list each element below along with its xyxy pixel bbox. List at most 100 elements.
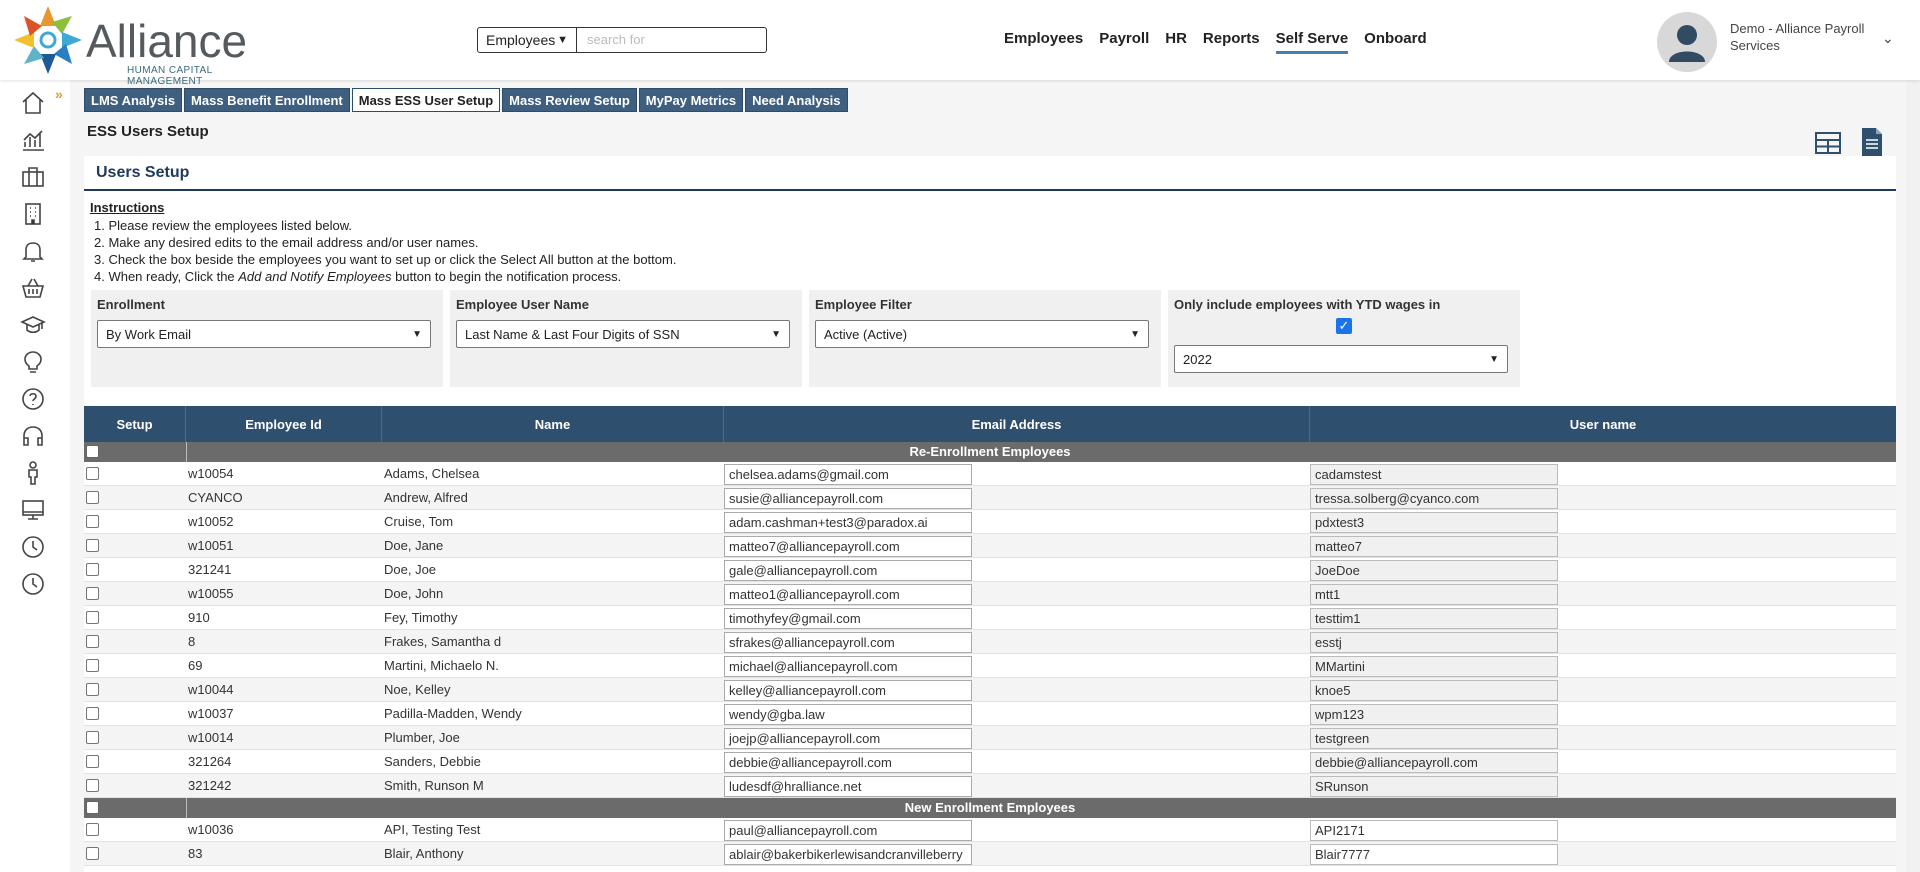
email-field[interactable]: paul@alliancepayroll.com xyxy=(724,820,972,841)
setup-checkbox[interactable] xyxy=(86,683,99,696)
nav-onboard[interactable]: Onboard xyxy=(1364,30,1427,54)
setup-checkbox[interactable] xyxy=(86,823,99,836)
briefcase-icon[interactable] xyxy=(20,164,46,190)
setup-checkbox[interactable] xyxy=(86,491,99,504)
username-field[interactable]: API2171 xyxy=(1310,820,1558,841)
tab-mass-review-setup[interactable]: Mass Review Setup xyxy=(502,88,637,112)
username-field[interactable]: esstj xyxy=(1310,632,1558,653)
email-field[interactable]: michael@alliancepayroll.com xyxy=(724,656,972,677)
nav-employees[interactable]: Employees xyxy=(1004,30,1083,54)
setup-checkbox[interactable] xyxy=(86,587,99,600)
header-username[interactable]: User name xyxy=(1310,406,1896,442)
employee-id: 321241 xyxy=(188,562,232,577)
email-field[interactable]: adam.cashman+test3@paradox.ai xyxy=(724,512,972,533)
bell-icon[interactable] xyxy=(20,238,46,264)
email-field[interactable]: joejp@alliancepayroll.com xyxy=(724,728,972,749)
clock-icon[interactable] xyxy=(20,571,46,597)
nav-self-serve[interactable]: Self Serve xyxy=(1275,30,1349,54)
employee-name: Adams, Chelsea xyxy=(384,466,480,481)
tab-lms-analysis[interactable]: LMS Analysis xyxy=(84,88,183,112)
setup-checkbox[interactable] xyxy=(86,847,99,860)
person-icon[interactable] xyxy=(20,460,46,486)
email-field[interactable]: ablair@bakerbikerlewisandcranvilleberry xyxy=(724,844,972,865)
ytd-year-value: 2022 xyxy=(1183,351,1212,367)
nav-hr[interactable]: HR xyxy=(1165,30,1187,54)
username-field[interactable]: testtim1 xyxy=(1310,608,1558,629)
tab-need-analysis[interactable]: Need Analysis xyxy=(745,88,848,112)
email-field[interactable]: wendy@gba.law xyxy=(724,704,972,725)
username-field[interactable]: wpm123 xyxy=(1310,704,1558,725)
nav-reports[interactable]: Reports xyxy=(1203,30,1260,54)
header-name[interactable]: Name xyxy=(382,406,724,442)
employee-filter-select[interactable]: Active (Active) ▼ xyxy=(815,320,1149,348)
username-field[interactable]: tressa.solberg@cyanco.com xyxy=(1310,488,1558,509)
email-field[interactable]: gale@alliancepayroll.com xyxy=(724,560,972,581)
setup-checkbox[interactable] xyxy=(86,467,99,480)
email-field[interactable]: ludesdf@hralliance.net xyxy=(724,776,972,797)
employee-id: w10036 xyxy=(188,822,234,837)
header-employee-id[interactable]: Employee Id xyxy=(186,406,382,442)
graduation-cap-icon[interactable] xyxy=(20,312,46,338)
username-field[interactable]: knoe5 xyxy=(1310,680,1558,701)
email-field[interactable]: sfrakes@alliancepayroll.com xyxy=(724,632,972,653)
monitor-icon[interactable] xyxy=(20,497,46,523)
chart-icon[interactable] xyxy=(20,127,46,153)
grid-view-icon[interactable] xyxy=(1815,132,1841,154)
setup-checkbox[interactable] xyxy=(86,707,99,720)
username-field[interactable]: debbie@alliancepayroll.com xyxy=(1310,752,1558,773)
setup-checkbox[interactable] xyxy=(86,731,99,744)
header-email[interactable]: Email Address xyxy=(724,406,1310,442)
chevron-down-icon[interactable]: ⌄ xyxy=(1882,30,1894,47)
table-row: 321264 Sanders, Debbie debbie@alliancepayr… xyxy=(84,750,1896,774)
user-avatar-icon xyxy=(1669,25,1705,62)
username-field[interactable]: SRunson xyxy=(1310,776,1558,797)
setup-checkbox[interactable] xyxy=(86,779,99,792)
username-field[interactable]: matteo7 xyxy=(1310,536,1558,557)
page-scrollbar[interactable] xyxy=(1906,80,1920,872)
username-field[interactable]: testgreen xyxy=(1310,728,1558,749)
nav-payroll[interactable]: Payroll xyxy=(1099,30,1149,54)
username-field[interactable]: MMartini xyxy=(1310,656,1558,677)
email-field[interactable]: chelsea.adams@gmail.com xyxy=(724,464,972,485)
building-icon[interactable] xyxy=(20,201,46,227)
enrollment-select[interactable]: By Work Email ▼ xyxy=(97,320,431,348)
clock-icon[interactable] xyxy=(20,534,46,560)
setup-checkbox[interactable] xyxy=(86,659,99,672)
lightbulb-icon[interactable] xyxy=(20,349,46,375)
help-icon[interactable] xyxy=(20,386,46,412)
header-setup[interactable]: Setup xyxy=(84,406,186,442)
email-field[interactable]: timothyfey@gmail.com xyxy=(724,608,972,629)
expand-sidebar-icon[interactable]: » xyxy=(55,86,63,102)
username-field[interactable]: cadamstest xyxy=(1310,464,1558,485)
search-input[interactable]: search for xyxy=(577,27,767,53)
setup-checkbox[interactable] xyxy=(86,539,99,552)
document-icon[interactable] xyxy=(1860,127,1884,157)
avatar[interactable] xyxy=(1657,12,1717,72)
username-field[interactable]: pdxtest3 xyxy=(1310,512,1558,533)
headset-icon[interactable] xyxy=(20,423,46,449)
alliance-logo[interactable]: Alliance HUMAN CAPITAL MANAGEMENT xyxy=(10,2,260,87)
email-field[interactable]: matteo1@alliancepayroll.com xyxy=(724,584,972,605)
username-field[interactable]: JoeDoe xyxy=(1310,560,1558,581)
setup-checkbox[interactable] xyxy=(86,611,99,624)
email-field[interactable]: susie@alliancepayroll.com xyxy=(724,488,972,509)
email-field[interactable]: matteo7@alliancepayroll.com xyxy=(724,536,972,557)
employee-name: Blair, Anthony xyxy=(384,846,464,861)
username-field[interactable]: mtt1 xyxy=(1310,584,1558,605)
setup-checkbox[interactable] xyxy=(86,515,99,528)
username-select[interactable]: Last Name & Last Four Digits of SSN ▼ xyxy=(456,320,790,348)
email-field[interactable]: kelley@alliancepayroll.com xyxy=(724,680,972,701)
tab-mypay-metrics[interactable]: MyPay Metrics xyxy=(638,88,744,112)
basket-icon[interactable] xyxy=(20,275,46,301)
tab-mass-ess-user-setup[interactable]: Mass ESS User Setup xyxy=(351,88,501,112)
ytd-year-select[interactable]: 2022 ▼ xyxy=(1174,345,1508,373)
setup-checkbox[interactable] xyxy=(86,563,99,576)
setup-checkbox[interactable] xyxy=(86,755,99,768)
tab-mass-benefit-enrollment[interactable]: Mass Benefit Enrollment xyxy=(184,88,350,112)
ytd-checkbox[interactable]: ✓ xyxy=(1336,318,1352,334)
home-icon[interactable] xyxy=(20,90,46,116)
setup-checkbox[interactable] xyxy=(86,635,99,648)
username-field[interactable]: Blair7777 xyxy=(1310,844,1558,865)
search-category-select[interactable]: Employees ▼ xyxy=(477,27,577,53)
email-field[interactable]: debbie@alliancepayroll.com xyxy=(724,752,972,773)
